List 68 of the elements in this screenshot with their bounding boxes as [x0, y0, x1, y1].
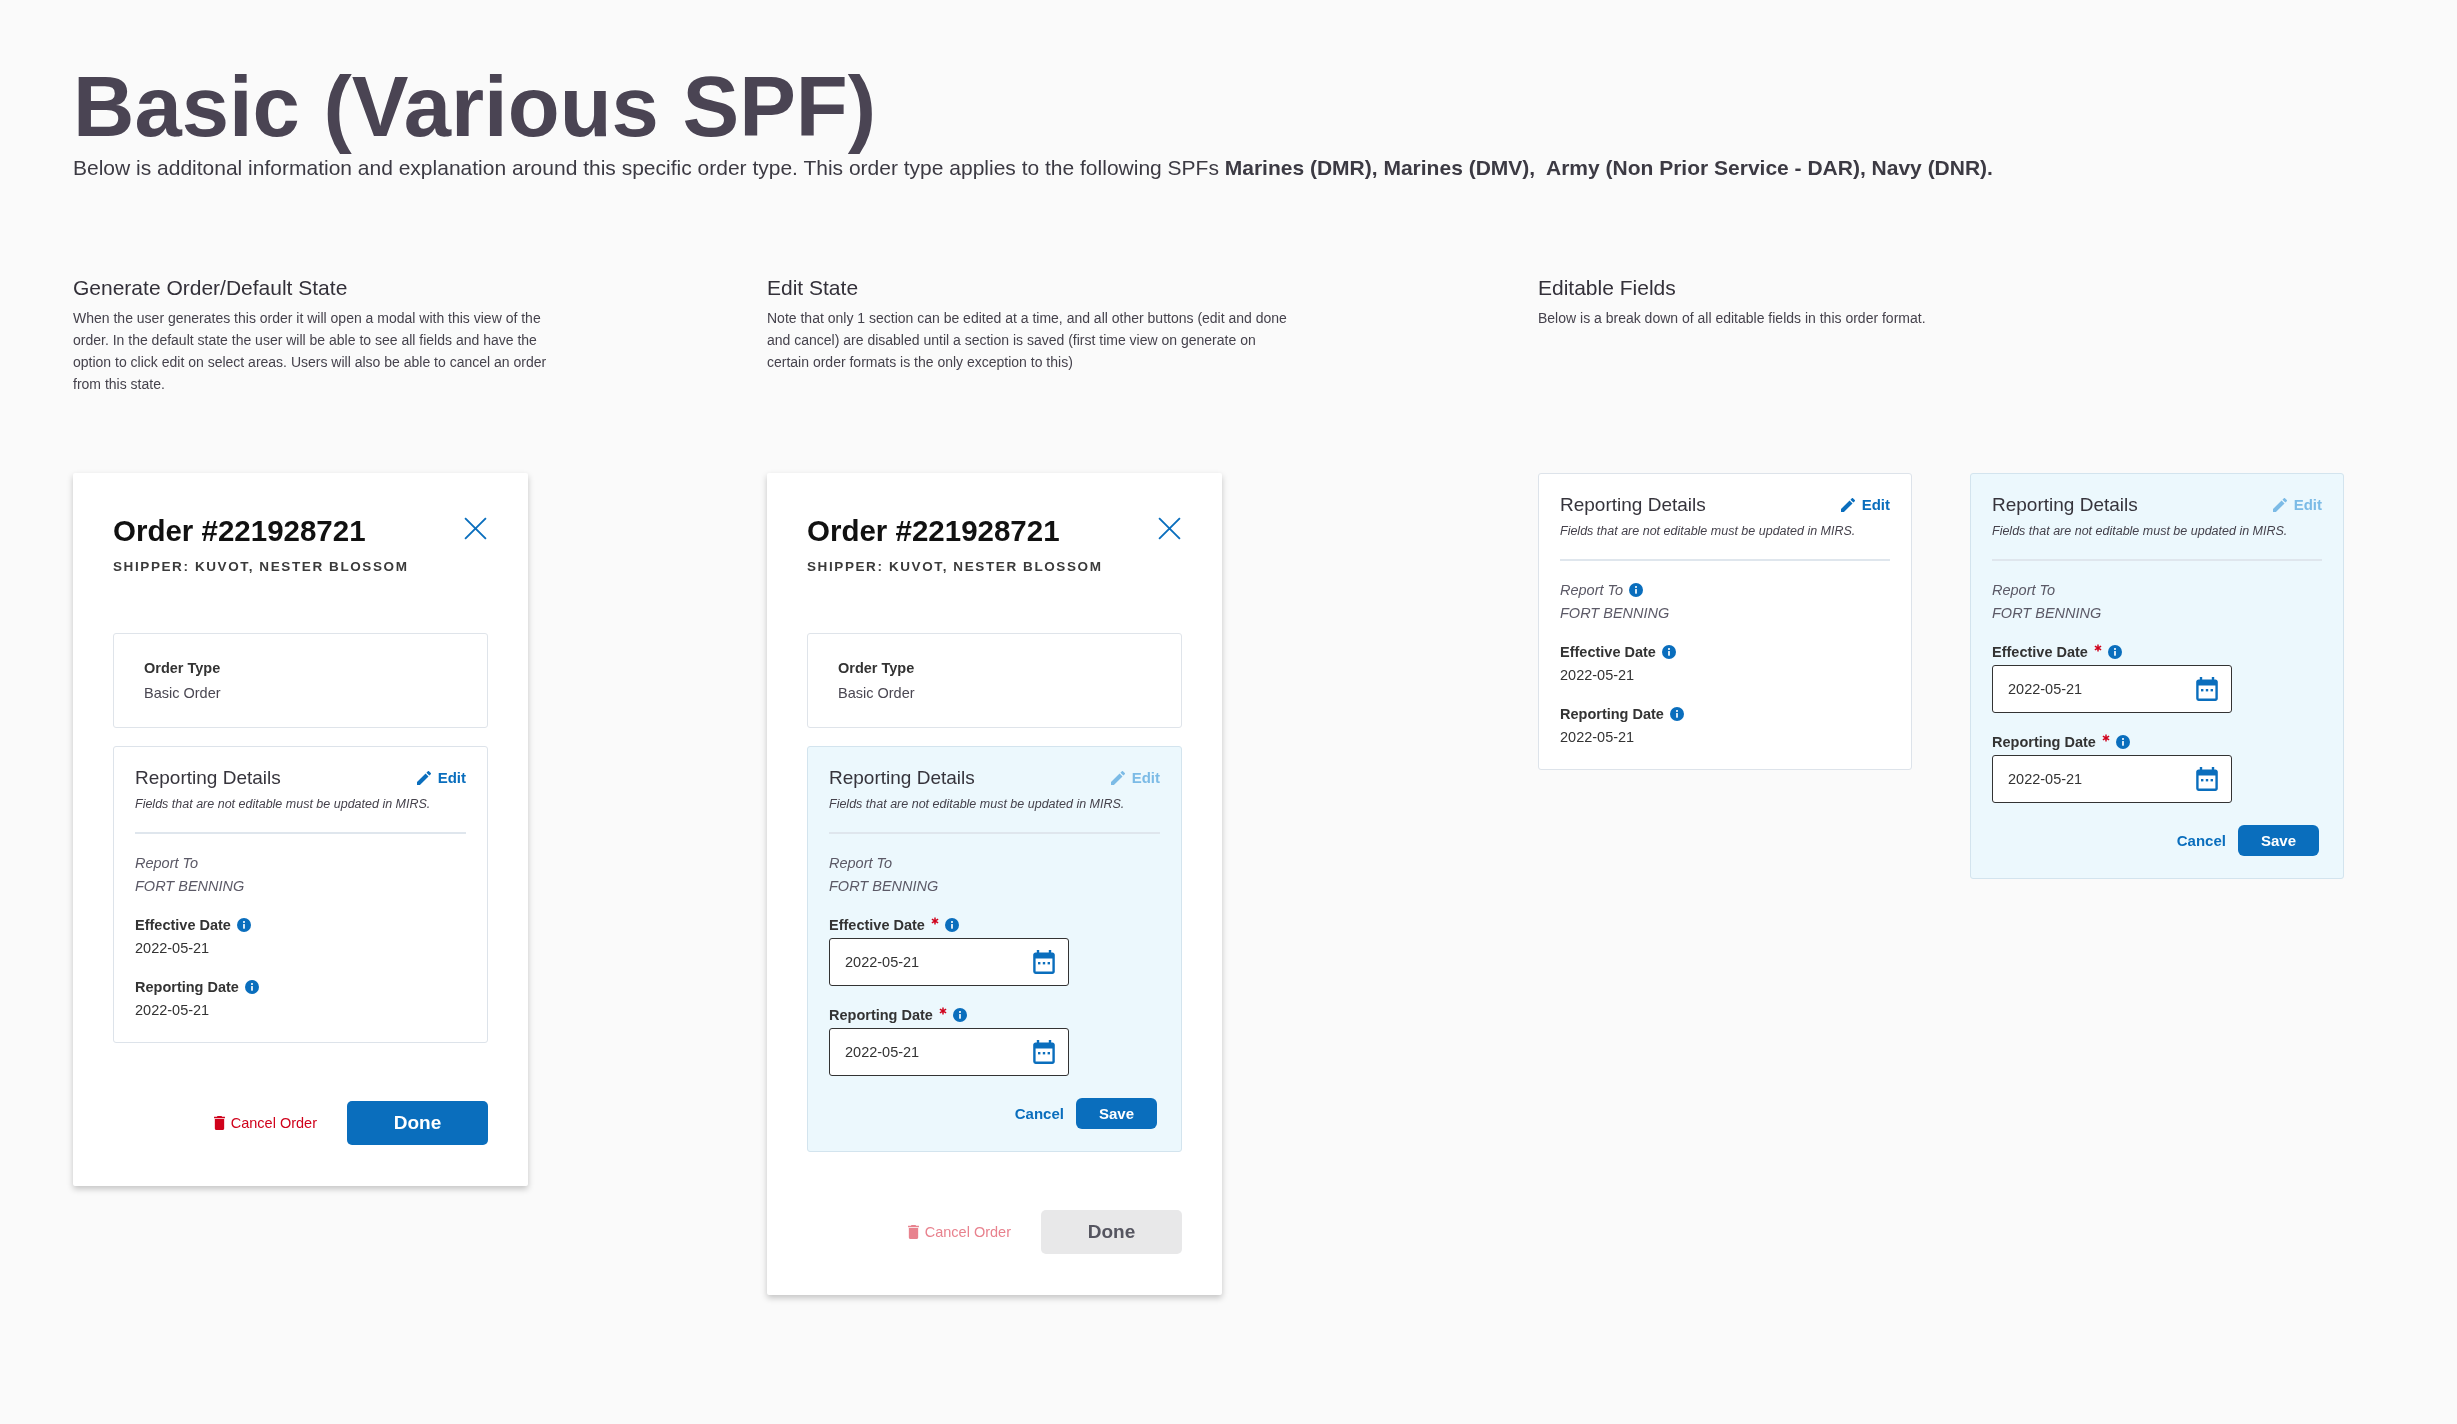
card-note: Fields that are not editable must be updated in MIRS.	[1992, 522, 2289, 540]
cancel-link[interactable]: Cancel	[2176, 827, 2226, 853]
calendar-icon[interactable]	[2196, 676, 2218, 701]
trash-icon	[213, 1115, 225, 1130]
field-label: Reporting Date	[135, 977, 239, 997]
cancel-order-button[interactable]: Cancel Order	[213, 1110, 317, 1135]
field-value: FORT BENNING	[135, 876, 246, 896]
field-label: Effective Date	[1560, 642, 1656, 662]
card-note: Fields that are not editable must be updated in MIRS.	[1560, 522, 1857, 540]
field-value: 2022-05-21	[135, 1000, 211, 1020]
field-label: Reporting Date	[829, 1005, 933, 1025]
pencil-icon	[416, 770, 431, 785]
field-label: Report To	[1560, 580, 1624, 600]
section-description: When the user generates this order it will open a modal with this view of the order. In the default state the user will be able to see all fields and have the option to click edit on select areas. Users will also be able to cancel an order from this state.	[73, 308, 548, 394]
field-value: FORT BENNING	[1560, 603, 1671, 623]
date-field[interactable]: 2022-05-21	[829, 1027, 1069, 1076]
date-field[interactable]: 2022-05-21	[1992, 664, 2232, 713]
field-value: 2022-05-21	[1560, 727, 1636, 747]
order-type-value: Basic Order	[838, 683, 916, 703]
field-label: Report To	[829, 853, 893, 873]
section-heading: Editable Fields	[1538, 274, 1677, 301]
section-description: Below is a break down of all editable fields in this order format.	[1538, 308, 1927, 328]
shipper-label: SHIPPER: KUVOT, NESTER BLOSSOM	[113, 557, 410, 576]
done-button[interactable]: Done	[347, 1100, 488, 1145]
field-value: FORT BENNING	[829, 876, 940, 896]
card-title: Reporting Details	[1992, 492, 2138, 517]
edit-link[interactable]: Edit	[416, 767, 466, 788]
save-button[interactable]: Save	[2237, 824, 2319, 856]
modal-title: Order #221928721	[113, 513, 366, 548]
save-button[interactable]: Save	[1075, 1097, 1157, 1129]
pencil-icon	[1110, 770, 1125, 785]
date-field[interactable]: 2022-05-21	[1992, 754, 2232, 803]
card-title: Reporting Details	[1560, 492, 1706, 517]
field-label: Report To	[1992, 580, 2056, 600]
section-heading: Generate Order/Default State	[73, 274, 349, 301]
trash-icon	[907, 1224, 919, 1239]
card-title: Reporting Details	[135, 765, 281, 790]
close-icon[interactable]	[463, 515, 488, 541]
field-value: 2022-05-21	[135, 938, 211, 958]
pencil-icon	[2272, 497, 2287, 512]
field-label: Reporting Date	[1560, 704, 1664, 724]
shipper-label: SHIPPER: KUVOT, NESTER BLOSSOM	[807, 557, 1104, 576]
field-label: Effective Date	[829, 915, 925, 935]
field-label: Report To	[135, 853, 199, 873]
field-value: FORT BENNING	[1992, 603, 2103, 623]
pencil-icon	[1840, 497, 1855, 512]
calendar-icon[interactable]	[1033, 1039, 1055, 1064]
calendar-icon[interactable]	[2196, 766, 2218, 791]
card-note: Fields that are not editable must be updated in MIRS.	[135, 795, 432, 813]
field-label: Reporting Date	[1992, 732, 2096, 752]
order-type-label: Order Type	[144, 658, 222, 678]
field-label: Effective Date	[135, 915, 231, 935]
close-icon[interactable]	[1157, 515, 1182, 541]
calendar-icon[interactable]	[1033, 949, 1055, 974]
section-description: Note that only 1 section can be edited at a time, and all other buttons (edit and done and cancel) are disabled until a section is saved (first time view on generate on certain order formats is the only exception to this)	[767, 308, 1288, 372]
page-title: Basic (Various SPF)	[73, 60, 878, 154]
card-title: Reporting Details	[829, 765, 975, 790]
order-type-value: Basic Order	[144, 683, 222, 703]
field-value: 2022-05-21	[1560, 665, 1636, 685]
modal-title: Order #221928721	[807, 513, 1060, 548]
order-type-label: Order Type	[838, 658, 916, 678]
card-note: Fields that are not editable must be updated in MIRS.	[829, 795, 1126, 813]
intro-text: Below is additonal information and explanation around this specific order type. This order type applies to the following SPFs Marines (DMR), Marines (DMV), Army (Non Prior Service - DAR), Navy (DNR).	[73, 154, 1994, 181]
date-field[interactable]: 2022-05-21	[829, 937, 1069, 986]
edit-link[interactable]: Edit	[1840, 494, 1890, 515]
cancel-link[interactable]: Cancel	[1014, 1100, 1064, 1126]
field-label: Effective Date	[1992, 642, 2088, 662]
section-heading: Edit State	[767, 274, 860, 301]
